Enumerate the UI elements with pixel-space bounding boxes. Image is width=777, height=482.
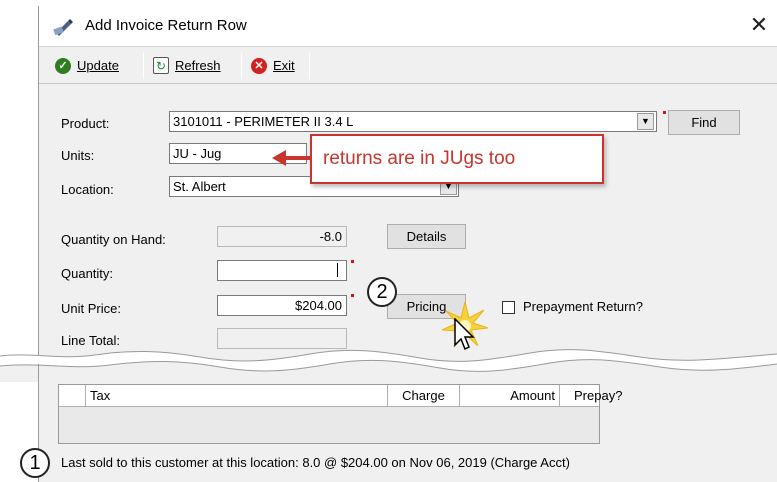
find-button[interactable]: Find (668, 110, 740, 135)
product-value: 3101011 - PERIMETER II 3.4 L (173, 114, 354, 129)
details-button[interactable]: Details (387, 224, 466, 249)
refresh-button[interactable]: ↻ Refresh (153, 52, 221, 79)
prepayment-return-checkbox[interactable] (502, 301, 515, 314)
required-marker (663, 111, 666, 114)
toolbar-separator (241, 53, 242, 79)
required-marker (351, 294, 354, 297)
callout-box: returns are in JUgs too (310, 134, 604, 184)
toolbar: ✓ Update ↻ Refresh ✕ Exit (39, 46, 777, 84)
units-label: Units: (61, 148, 95, 163)
tax-grid[interactable]: Tax Charge Amount Prepay? (58, 384, 622, 444)
column-header-tax[interactable]: Tax (86, 385, 388, 406)
unit-price-input[interactable]: $204.00 (217, 295, 347, 316)
update-button[interactable]: ✓ Update (55, 52, 119, 79)
title-bar: Add Invoice Return Row ✕ (39, 6, 777, 46)
column-header-charge[interactable]: Charge (388, 385, 460, 406)
text-cursor (337, 263, 338, 277)
unit-price-label: Unit Price: (61, 301, 121, 316)
prepayment-return-label: Prepayment Return? (523, 299, 643, 314)
toolbar-separator (309, 53, 310, 79)
product-select[interactable]: 3101011 - PERIMETER II 3.4 L (169, 111, 657, 132)
tax-grid-header: Tax Charge Amount Prepay? (59, 385, 622, 407)
update-label: Update (77, 58, 119, 73)
product-label: Product: (61, 116, 110, 131)
quantity-input[interactable] (217, 260, 347, 281)
invoice-pen-icon (53, 19, 73, 36)
required-marker (351, 260, 354, 263)
close-icon[interactable]: ✕ (745, 12, 773, 38)
exit-icon: ✕ (251, 57, 267, 74)
window-title: Add Invoice Return Row (85, 17, 247, 34)
toolbar-separator (143, 53, 144, 79)
column-header-prepay[interactable]: Prepay? (560, 385, 622, 406)
exit-label: Exit (273, 58, 295, 73)
exit-button[interactable]: ✕ Exit (251, 52, 295, 79)
location-label: Location: (61, 182, 114, 197)
quantity-on-hand-label: Quantity on Hand: (61, 232, 166, 247)
marker-1: 1 (20, 448, 50, 478)
location-value: St. Albert (173, 179, 226, 194)
units-value: JU - Jug (173, 146, 222, 161)
quantity-label: Quantity: (61, 266, 114, 281)
quantity-on-hand-field: -8.0 (217, 226, 347, 247)
column-header-amount[interactable]: Amount (460, 385, 560, 406)
row-selector-header (59, 385, 86, 406)
checkmark-icon: ✓ (55, 57, 71, 74)
marker-2: 2 (367, 277, 397, 307)
product-dropdown-arrow-icon[interactable]: ▼ (637, 113, 654, 130)
refresh-icon: ↻ (153, 57, 169, 74)
last-sold-status: Last sold to this customer at this locat… (61, 455, 570, 470)
refresh-label: Refresh (175, 58, 221, 73)
